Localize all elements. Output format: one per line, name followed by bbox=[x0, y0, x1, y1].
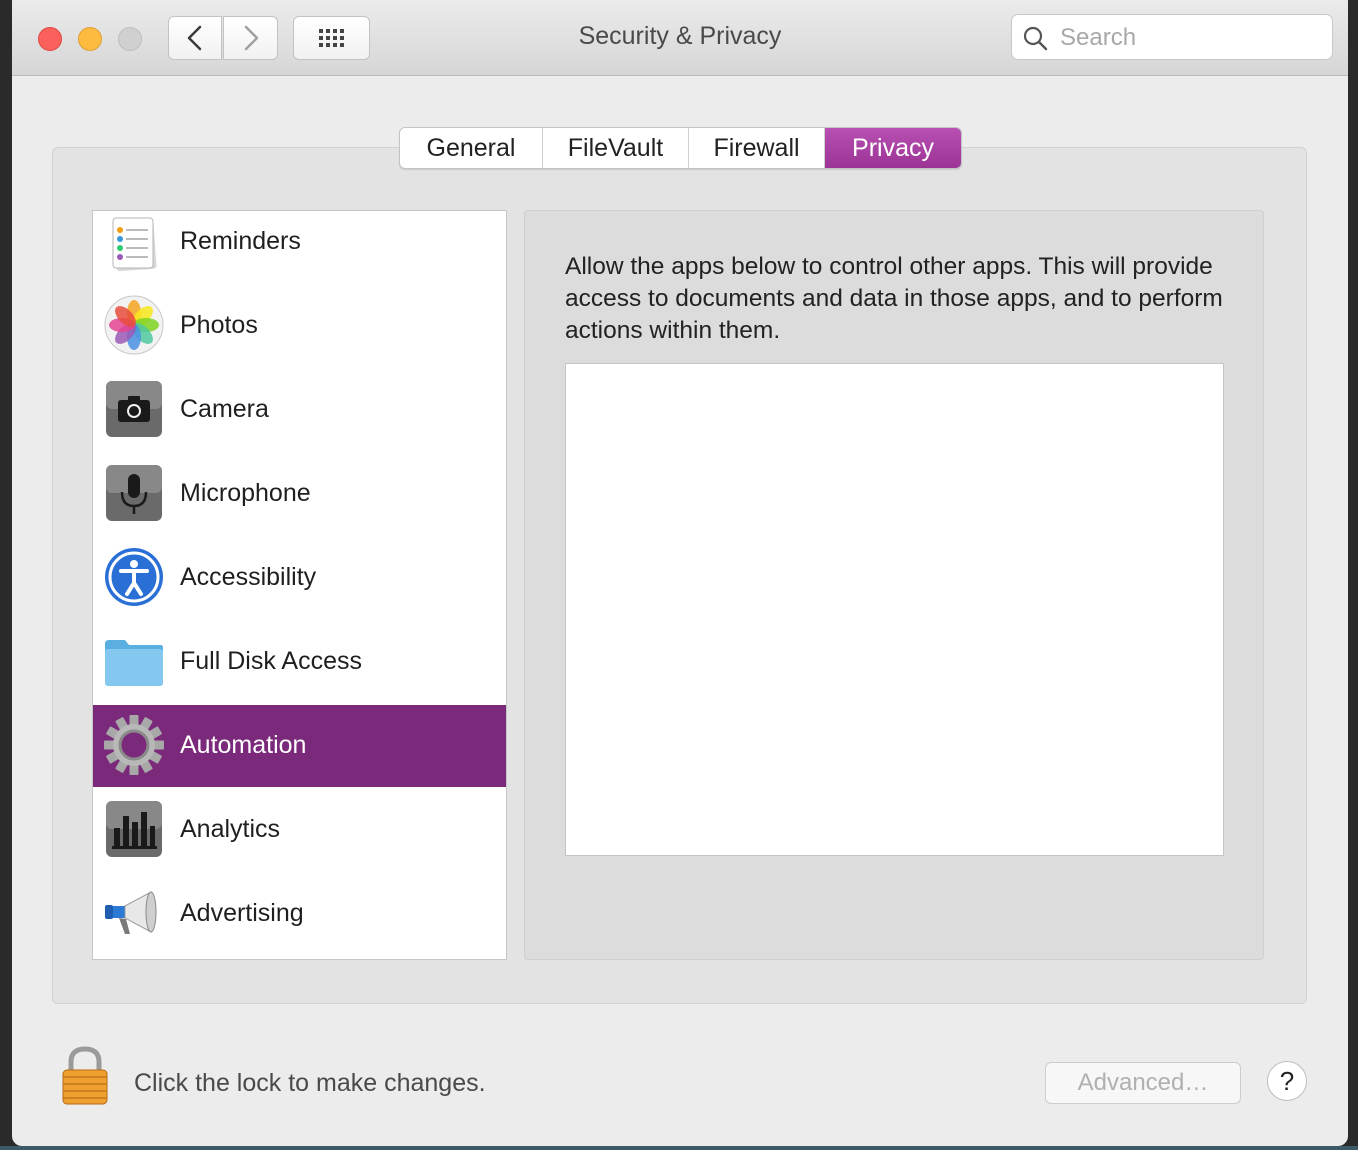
sidebar-item-camera[interactable]: Camera bbox=[93, 369, 506, 451]
folder-icon bbox=[105, 640, 163, 686]
search-field[interactable] bbox=[1011, 14, 1333, 60]
sidebar-item-label: Reminders bbox=[180, 227, 301, 255]
reminders-icon bbox=[112, 217, 157, 272]
camera-icon bbox=[106, 381, 162, 437]
megaphone-icon bbox=[105, 891, 157, 934]
lock-icon[interactable] bbox=[60, 1046, 110, 1106]
privacy-category-list[interactable]: Reminders Photos Camera Microphone Acces… bbox=[92, 210, 507, 960]
preferences-window: Security & Privacy General FileVault Fir… bbox=[12, 0, 1348, 1146]
lock-message: Click the lock to make changes. bbox=[134, 1069, 486, 1097]
sidebar-item-microphone[interactable]: Microphone bbox=[93, 453, 506, 535]
sidebar-item-automation[interactable]: Automation bbox=[93, 705, 506, 787]
accessibility-icon bbox=[105, 548, 163, 606]
detail-pane: Allow the apps below to control other ap… bbox=[524, 210, 1264, 960]
tab-general[interactable]: General bbox=[400, 128, 543, 168]
sidebar-item-label: Advertising bbox=[180, 899, 304, 927]
analytics-icon bbox=[106, 801, 162, 857]
tab-firewall[interactable]: Firewall bbox=[689, 128, 825, 168]
sidebar-item-full-disk-access[interactable]: Full Disk Access bbox=[93, 621, 506, 703]
sidebar-item-label: Photos bbox=[180, 311, 258, 339]
microphone-icon bbox=[106, 465, 162, 521]
sidebar-item-advertising[interactable]: Advertising bbox=[93, 873, 506, 955]
app-list[interactable] bbox=[565, 363, 1224, 856]
sidebar-item-analytics[interactable]: Analytics bbox=[93, 789, 506, 871]
photos-icon bbox=[104, 295, 164, 355]
tab-bar: General FileVault Firewall Privacy bbox=[399, 127, 962, 169]
sidebar-item-photos[interactable]: Photos bbox=[93, 285, 506, 367]
help-button[interactable]: ? bbox=[1267, 1061, 1307, 1101]
advanced-button[interactable]: Advanced… bbox=[1045, 1062, 1241, 1104]
sidebar-item-reminders[interactable]: Reminders bbox=[93, 211, 506, 283]
title-bar: Security & Privacy bbox=[12, 0, 1348, 76]
gear-icon bbox=[104, 715, 164, 775]
search-input[interactable] bbox=[1058, 21, 1322, 55]
search-icon bbox=[1023, 26, 1048, 51]
automation-description: Allow the apps below to control other ap… bbox=[565, 253, 1223, 344]
sidebar-item-label: Camera bbox=[180, 395, 269, 423]
sidebar-item-label: Microphone bbox=[180, 479, 311, 507]
sidebar-item-label: Full Disk Access bbox=[180, 647, 362, 675]
tab-privacy[interactable]: Privacy bbox=[825, 128, 961, 168]
sidebar-item-accessibility[interactable]: Accessibility bbox=[93, 537, 506, 619]
sidebar-item-label: Accessibility bbox=[180, 563, 317, 591]
sidebar-item-label: Analytics bbox=[180, 815, 281, 843]
tab-filevault[interactable]: FileVault bbox=[543, 128, 689, 168]
sidebar-item-label: Automation bbox=[180, 731, 307, 759]
desktop-background bbox=[0, 1146, 1358, 1150]
